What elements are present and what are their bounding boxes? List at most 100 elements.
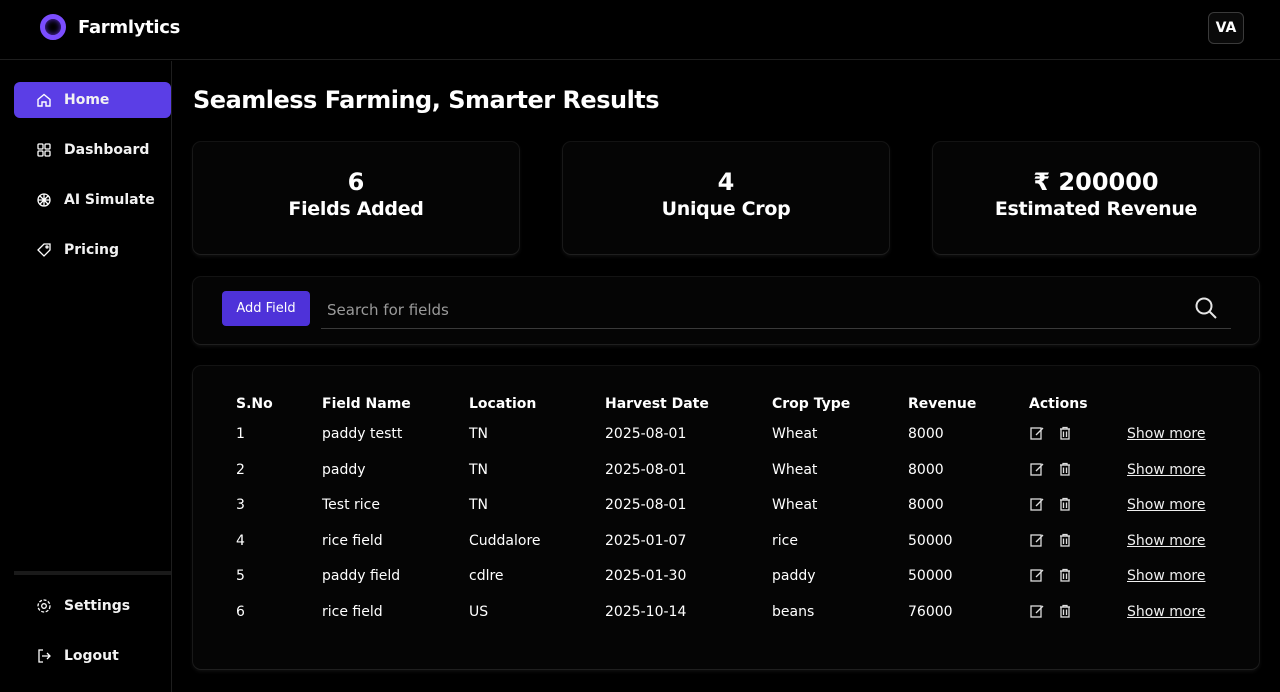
table-cell: 50000 [908,568,953,584]
gear-icon [36,598,52,614]
stat-card-revenue: ₹ 200000 Estimated Revenue [933,142,1259,254]
column-header: Location [469,396,537,412]
table-cell: Test rice [322,497,380,513]
brand-name: Farmlytics [78,17,181,38]
table-cell: Wheat [772,461,818,478]
sidebar-item-logout[interactable]: Logout [14,638,171,674]
table-cell: rice field [322,532,383,549]
fields-table: S.No Field Name Location Harvest Date Cr… [193,366,1259,669]
column-header: Actions [1029,396,1088,412]
add-field-button[interactable]: Add Field [222,291,310,326]
logout-icon [36,648,52,664]
sidebar-item-dashboard[interactable]: Dashboard [14,132,171,168]
sidebar-item-label: Pricing [64,242,120,258]
stat-card-crops: 4 Unique Crop [563,142,889,254]
ai-icon [36,192,52,208]
sidebar-item-label: Dashboard [64,142,150,158]
table-cell: Wheat [772,426,818,442]
table-cell: 2025-10-14 [605,603,687,620]
delete-icon[interactable] [1057,567,1073,583]
table-cell: cdlre [469,568,504,584]
sidebar-item-settings[interactable]: Settings [14,588,171,624]
table-cell: 3 [236,497,245,513]
table-cell: 6 [236,603,245,620]
edit-icon[interactable] [1029,425,1045,441]
edit-icon[interactable] [1029,496,1045,512]
sidebar-item-pricing[interactable]: Pricing [14,232,171,268]
sidebar-item-ai-simulate[interactable]: AI Simulate [14,182,171,218]
table-cell: Wheat [772,497,818,513]
table-cell: paddy [322,461,366,478]
table-cell: 4 [236,532,245,549]
table-cell: 50000 [908,532,953,549]
table-cell: 76000 [908,603,953,620]
search-panel: Add Field [193,277,1259,344]
table-cell: 8000 [908,426,944,442]
table-cell: rice [772,532,798,549]
edit-icon[interactable] [1029,532,1045,548]
sidebar-item-label: Home [64,92,110,108]
table-cell: beans [772,603,815,620]
table-cell: paddy testt [322,426,403,442]
sidebar-item-label: Settings [64,598,131,614]
tag-icon [36,242,52,258]
delete-icon[interactable] [1057,496,1073,512]
edit-icon[interactable] [1029,461,1045,477]
stat-label: Estimated Revenue [994,198,1198,220]
top-bar: Farmlytics VA [0,0,1280,60]
table-cell: 1 [236,426,245,442]
show-more-link[interactable]: Show more [1127,497,1206,513]
table-cell: paddy [772,568,816,584]
delete-icon[interactable] [1057,425,1073,441]
page-title: Seamless Farming, Smarter Results [193,86,660,114]
sidebar-item-home[interactable]: Home [14,82,171,118]
search-icon[interactable] [1193,295,1219,321]
table-cell: US [469,603,489,620]
table-cell: TN [469,426,489,442]
table-cell: Cuddalore [469,532,541,549]
show-more-link[interactable]: Show more [1127,568,1206,584]
edit-icon[interactable] [1029,567,1045,583]
delete-icon[interactable] [1057,603,1073,619]
show-more-link[interactable]: Show more [1127,604,1206,620]
table-cell: 2 [236,461,245,478]
column-header: Harvest Date [605,396,709,412]
user-avatar[interactable]: VA [1208,12,1244,44]
table-cell: TN [469,497,489,513]
table-cell: 2025-01-30 [605,568,687,584]
sidebar: Home Dashboard AI Simulate Pricing Setti… [0,61,172,692]
table-cell: paddy field [322,568,401,584]
column-header: Revenue [908,396,977,412]
sidebar-item-label: AI Simulate [64,192,155,208]
sidebar-divider [14,571,171,575]
logo-icon [40,14,66,40]
column-header: Crop Type [772,396,851,412]
column-header: S.No [236,396,273,412]
table-cell: 2025-08-01 [605,461,687,478]
table-cell: rice field [322,603,383,620]
show-more-link[interactable]: Show more [1127,426,1206,442]
table-cell: 5 [236,568,245,584]
sidebar-item-label: Logout [64,648,119,664]
show-more-link[interactable]: Show more [1127,462,1206,478]
table-cell: 2025-01-07 [605,532,687,549]
table-cell: 2025-08-01 [605,426,687,442]
stat-card-fields: 6 Fields Added [193,142,519,254]
search-input[interactable] [321,291,1231,329]
stat-value: ₹ 200000 [1033,168,1159,196]
edit-icon[interactable] [1029,603,1045,619]
show-more-link[interactable]: Show more [1127,533,1206,549]
home-icon [36,92,52,108]
stat-label: Unique Crop [661,198,791,220]
table-cell: 2025-08-01 [605,497,687,513]
column-header: Field Name [322,396,411,412]
stat-label: Fields Added [288,198,424,220]
table-cell: 8000 [908,461,944,478]
table-cell: TN [469,461,489,478]
table-cell: 8000 [908,497,944,513]
delete-icon[interactable] [1057,461,1073,477]
stat-value: 6 [347,168,365,196]
delete-icon[interactable] [1057,532,1073,548]
stat-value: 4 [717,168,735,196]
dashboard-icon [36,142,52,158]
